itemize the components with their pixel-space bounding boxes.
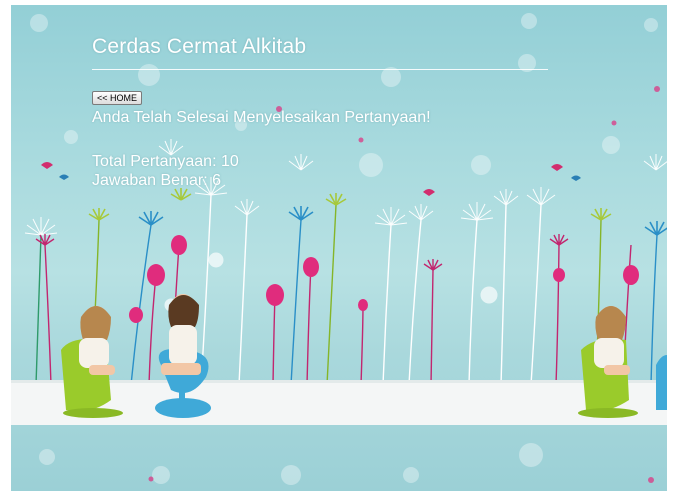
lime-flowers: [88, 188, 612, 221]
correct-answers-text: Jawaban Benar: 6: [92, 172, 221, 189]
title-divider: [92, 69, 548, 70]
total-questions-text: Total Pertanyaan: 10: [92, 153, 239, 170]
game-screen: Cerdas Cermat Alkitab << HOME Anda Telah…: [11, 5, 667, 491]
background-illustration: [11, 13, 667, 485]
completion-message: Anda Telah Selesai Menyelesaikan Pertany…: [92, 109, 431, 126]
page-title: Cerdas Cermat Alkitab: [92, 35, 307, 58]
home-button[interactable]: << HOME: [92, 91, 143, 105]
flower-stems: [35, 194, 658, 386]
magenta-bursts: [35, 234, 569, 271]
blue-flowers: [138, 206, 667, 236]
